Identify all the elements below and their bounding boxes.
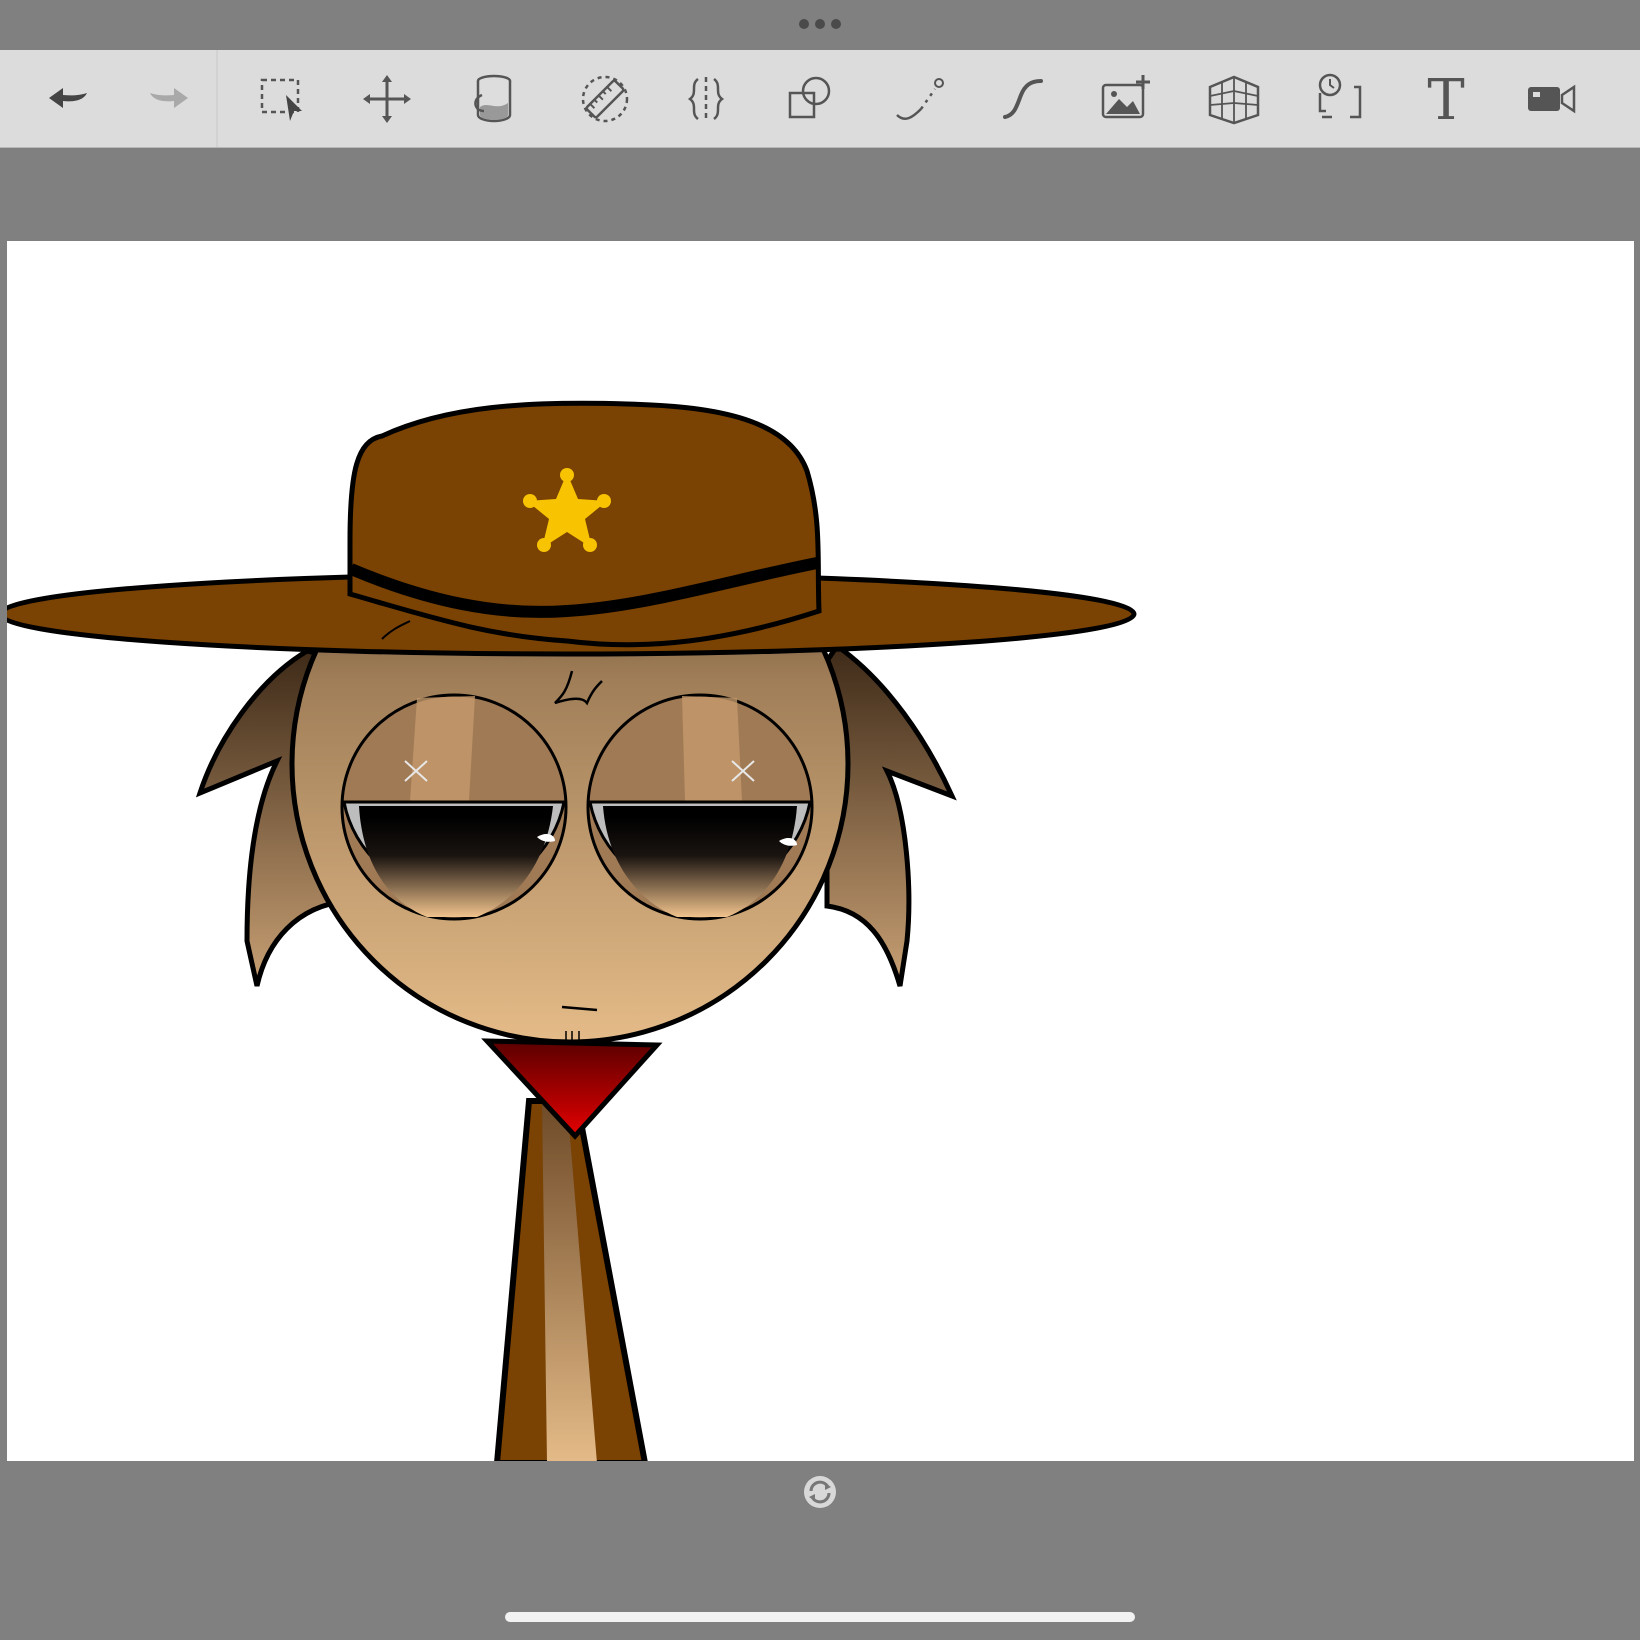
move-tool[interactable] — [345, 50, 429, 147]
cowboy-character-drawing — [7, 400, 1137, 1461]
video-camera-icon — [1528, 84, 1576, 113]
shapes-tool[interactable] — [768, 50, 852, 147]
redo-arrow-icon — [150, 87, 188, 108]
rotate-icon[interactable] — [802, 1474, 838, 1510]
character-right-eye — [586, 693, 814, 921]
stroke-icon — [1003, 78, 1043, 119]
selection-icon — [260, 78, 302, 121]
text-icon: T — [1427, 68, 1464, 133]
import-image-tool[interactable] — [1083, 50, 1167, 147]
text-tool[interactable]: T — [1404, 50, 1488, 147]
toolbar: T — [0, 50, 1640, 148]
symmetry-tool[interactable] — [664, 50, 748, 147]
add-image-icon — [1101, 74, 1150, 118]
svg-text:T: T — [1427, 68, 1464, 133]
perspective-grid-icon — [1208, 75, 1260, 124]
character-left-eye — [340, 693, 568, 921]
toolbar-divider — [216, 50, 218, 147]
curve-icon — [896, 77, 944, 120]
shapes-icon — [788, 76, 831, 118]
curve-tool[interactable] — [877, 50, 961, 147]
undo-arrow-icon — [49, 87, 87, 108]
move-arrows-icon — [363, 74, 411, 123]
drawing-canvas[interactable] — [7, 241, 1634, 1461]
fill-tool[interactable] — [452, 50, 536, 147]
ruler-tool[interactable] — [563, 50, 647, 147]
stroke-tool[interactable] — [981, 50, 1065, 147]
redo-button[interactable] — [124, 50, 208, 147]
undo-button[interactable] — [29, 50, 113, 147]
perspective-tool[interactable] — [1192, 50, 1276, 147]
symmetry-icon — [687, 76, 725, 121]
character-neck — [494, 1098, 648, 1461]
paint-bucket-icon — [474, 74, 512, 122]
character-bandana — [481, 1038, 663, 1140]
selection-tool[interactable] — [240, 50, 324, 147]
ruler-icon — [581, 75, 629, 122]
time-lapse-icon — [1318, 73, 1362, 118]
time-lapse-tool[interactable] — [1298, 50, 1382, 147]
home-indicator[interactable] — [505, 1612, 1135, 1622]
record-tool[interactable] — [1510, 50, 1594, 147]
more-dots-icon[interactable] — [798, 17, 842, 31]
